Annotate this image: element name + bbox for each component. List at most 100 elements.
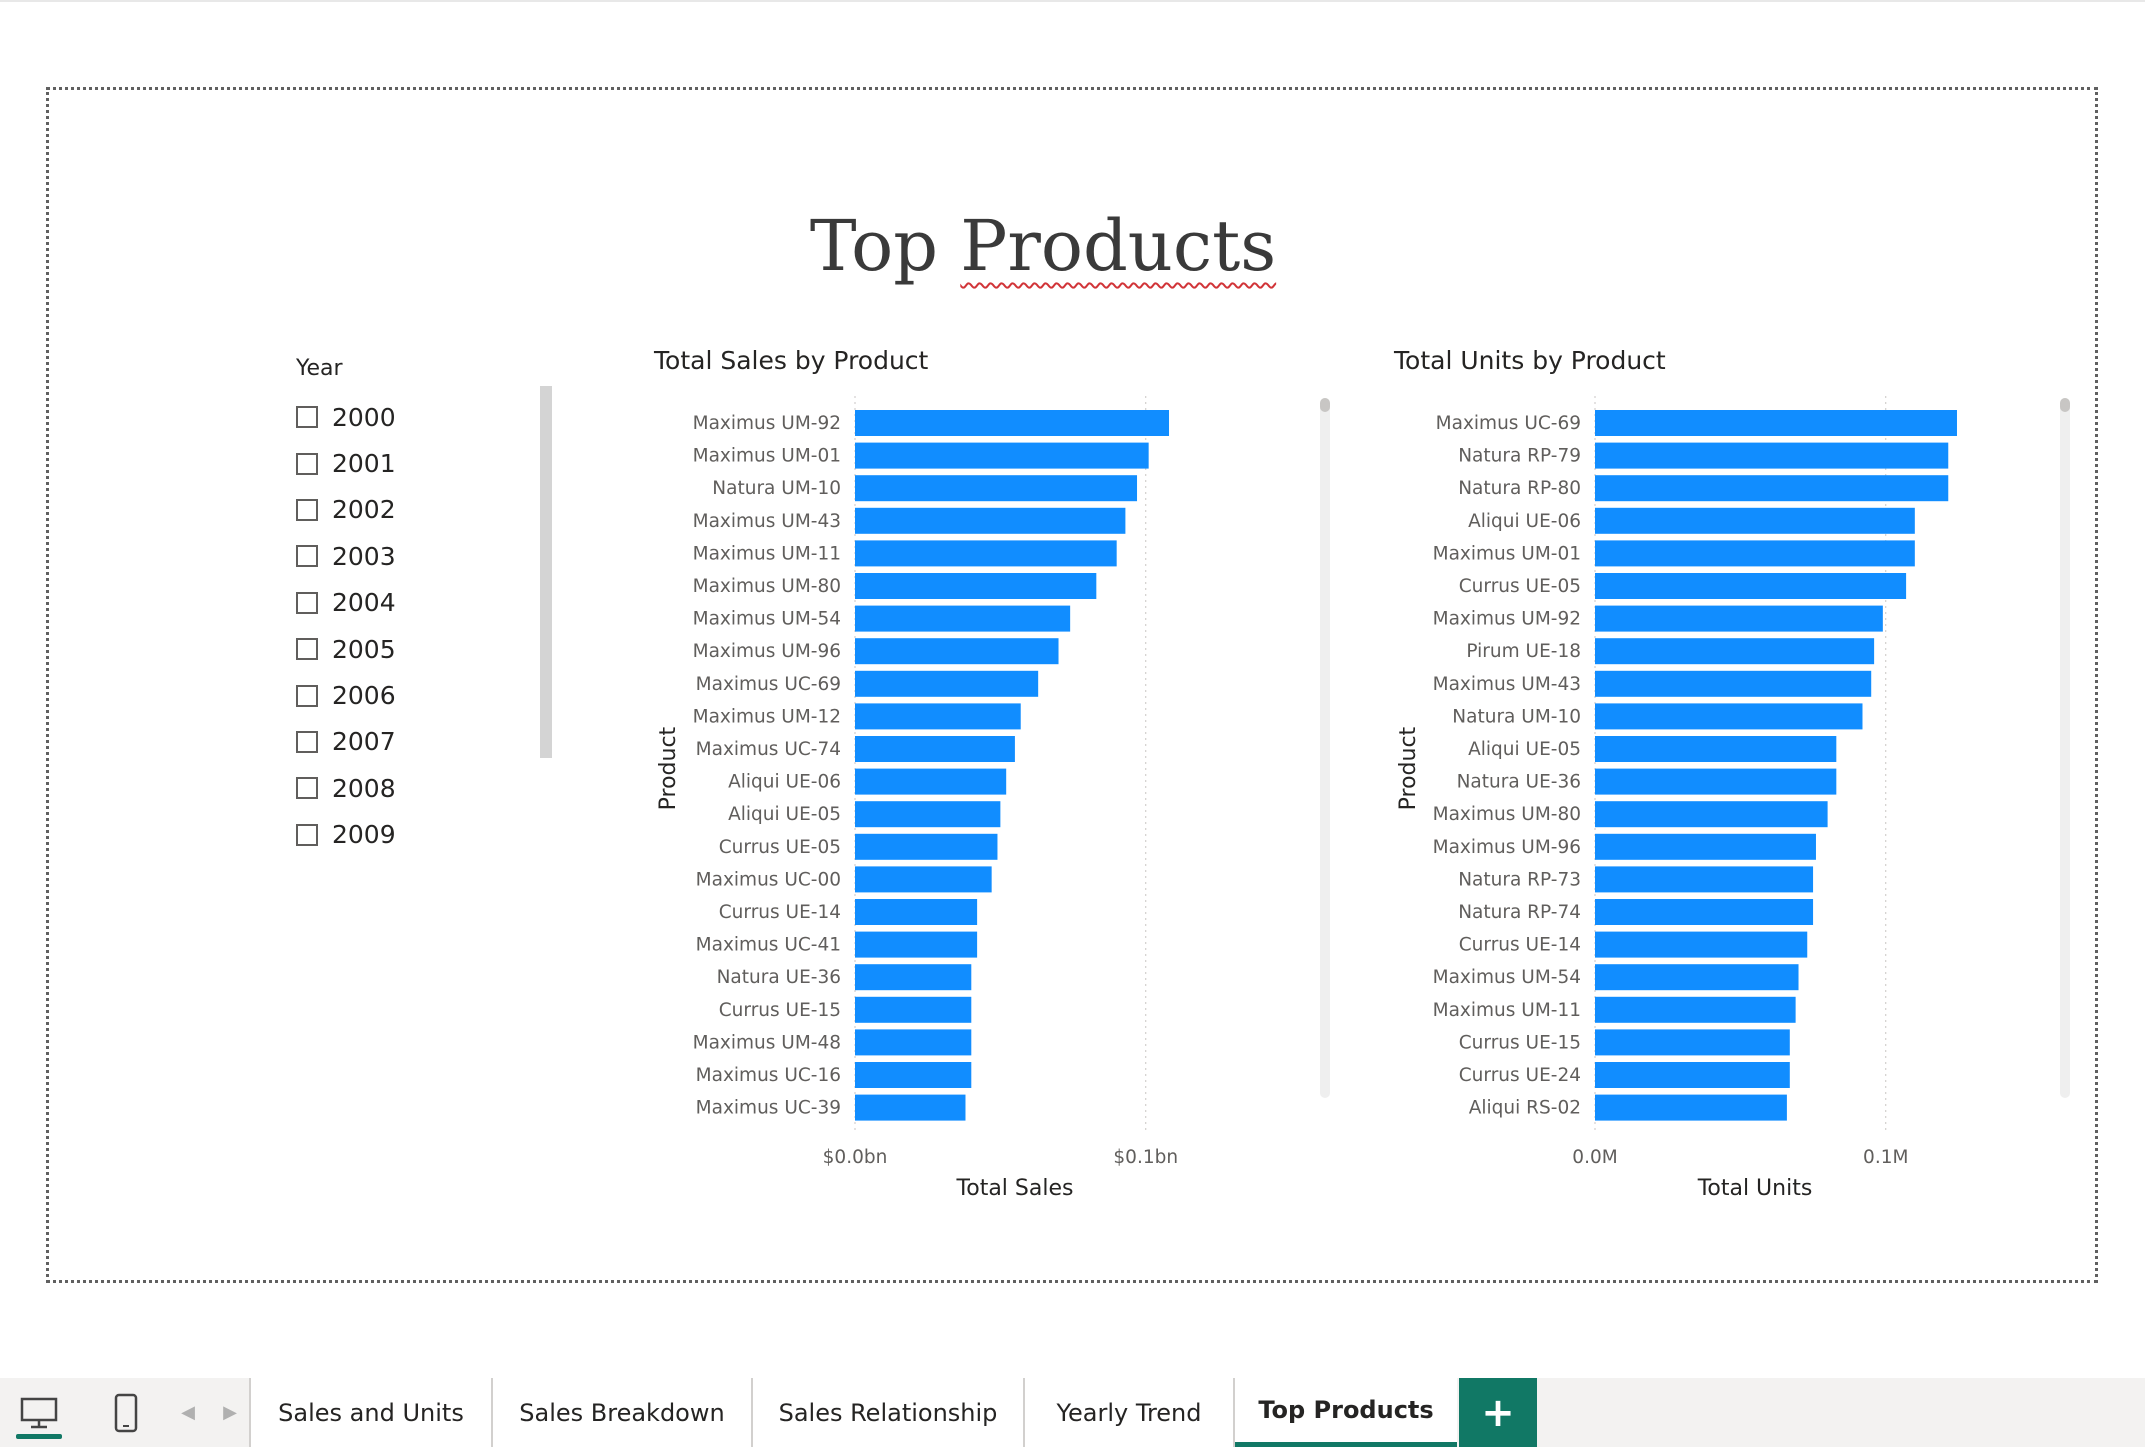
bar[interactable]: [855, 768, 1007, 795]
bar[interactable]: [855, 866, 992, 893]
bar[interactable]: [1595, 507, 1915, 534]
bar[interactable]: [855, 996, 972, 1023]
bar[interactable]: [855, 833, 998, 860]
bar[interactable]: [855, 801, 1001, 828]
category-label: Maximus UC-00: [696, 869, 841, 890]
category-label: Natura UE-36: [717, 967, 841, 988]
chart-scrollbar[interactable]: [1320, 398, 1330, 1098]
bar[interactable]: [1595, 931, 1808, 958]
bar[interactable]: [1595, 442, 1949, 469]
bar[interactable]: [855, 964, 972, 991]
category-label: Natura UE-36: [1457, 772, 1581, 793]
phone-layout-button[interactable]: [90, 1378, 162, 1447]
bar[interactable]: [1595, 475, 1949, 502]
tab-label: Sales and Units: [278, 1398, 464, 1427]
desktop-layout-button[interactable]: [0, 1378, 78, 1447]
bar[interactable]: [1595, 899, 1814, 925]
bar[interactable]: [1595, 768, 1837, 795]
checkbox-icon[interactable]: [296, 777, 318, 800]
bar[interactable]: [855, 605, 1071, 632]
chevron-right-icon[interactable]: ▶: [218, 1378, 242, 1447]
tab-top-products[interactable]: Top Products: [1235, 1378, 1457, 1447]
bar[interactable]: [855, 638, 1059, 665]
bar[interactable]: [855, 1029, 972, 1056]
checkbox-icon[interactable]: [296, 638, 318, 661]
category-label: Maximus UM-01: [1433, 543, 1581, 564]
units-by-product-chart[interactable]: Total Units by Product 0.0M 0.1M Maximus U…: [1380, 340, 2080, 1220]
bar[interactable]: [1595, 410, 1957, 436]
x-axis-title: Total Sales: [956, 1176, 1074, 1201]
bar[interactable]: [1595, 605, 1883, 632]
bar[interactable]: [1595, 1094, 1787, 1121]
x-tick-label: $0.1bn: [1113, 1147, 1178, 1168]
slicer-item-2006[interactable]: 2006: [296, 672, 536, 718]
category-label: Maximus UM-80: [693, 576, 841, 597]
bar[interactable]: [855, 442, 1149, 469]
bar[interactable]: [1595, 1062, 1790, 1088]
checkbox-icon[interactable]: [296, 498, 318, 521]
y-axis-title: Product: [1396, 726, 1421, 810]
bar[interactable]: [855, 1094, 966, 1121]
tab-sales-relationship[interactable]: Sales Relationship: [753, 1378, 1023, 1447]
bar[interactable]: [1595, 540, 1915, 567]
slicer-item-2004[interactable]: 2004: [296, 580, 536, 626]
slicer-item-2003[interactable]: 2003: [296, 533, 536, 579]
slicer-item-2010[interactable]: 2010: [296, 858, 536, 866]
bar[interactable]: [855, 540, 1117, 567]
category-label: Maximus UM-43: [1433, 674, 1581, 695]
add-page-button[interactable]: +: [1459, 1378, 1537, 1447]
bar[interactable]: [855, 736, 1015, 762]
tab-sales-and-units[interactable]: Sales and Units: [251, 1378, 491, 1447]
checkbox-icon[interactable]: [296, 591, 318, 614]
bar[interactable]: [1595, 866, 1814, 893]
bar[interactable]: [1595, 573, 1907, 599]
bar[interactable]: [855, 507, 1126, 534]
slicer-item-label: 2007: [332, 727, 396, 757]
bar[interactable]: [1595, 638, 1875, 665]
x-tick-label: $0.0bn: [823, 1147, 888, 1168]
checkbox-icon[interactable]: [296, 406, 318, 429]
slicer-item-2005[interactable]: 2005: [296, 626, 536, 672]
bar[interactable]: [855, 573, 1097, 599]
year-slicer: Year 2000 2001 2002 2003 2004 2005 2006 2007 200…: [290, 352, 556, 912]
bar[interactable]: [855, 931, 978, 958]
tab-label: Sales Relationship: [778, 1398, 998, 1427]
slicer-item-2002[interactable]: 2002: [296, 487, 536, 533]
chevron-left-icon[interactable]: ◀: [176, 1378, 200, 1447]
category-label: Currus UE-05: [719, 837, 841, 858]
bar[interactable]: [855, 703, 1021, 730]
slicer-item-2001[interactable]: 2001: [296, 440, 536, 486]
category-label: Maximus UC-41: [696, 935, 841, 956]
bar[interactable]: [855, 899, 978, 925]
bar[interactable]: [1595, 833, 1816, 860]
bar[interactable]: [855, 1062, 972, 1088]
bar[interactable]: [1595, 736, 1837, 762]
bar[interactable]: [1595, 964, 1799, 991]
bar[interactable]: [855, 670, 1039, 697]
bar[interactable]: [855, 475, 1138, 502]
tab-sales-breakdown[interactable]: Sales Breakdown: [493, 1378, 751, 1447]
checkbox-icon[interactable]: [296, 730, 318, 753]
slicer-scrollbar[interactable]: [540, 386, 552, 758]
category-label: Natura RP-74: [1458, 902, 1581, 923]
bar[interactable]: [855, 410, 1170, 436]
slicer-item-2007[interactable]: 2007: [296, 719, 536, 765]
x-tick-label: 0.0M: [1572, 1147, 1617, 1168]
bar[interactable]: [1595, 1029, 1790, 1056]
sales-by-product-chart[interactable]: Total Sales by Product $0.0bn $0.1bn Maxim…: [640, 340, 1340, 1220]
chart-scrollbar[interactable]: [2060, 398, 2070, 1098]
tab-yearly-trend[interactable]: Yearly Trend: [1025, 1378, 1233, 1447]
slicer-item-2009[interactable]: 2009: [296, 812, 536, 858]
slicer-item-2008[interactable]: 2008: [296, 765, 536, 811]
checkbox-icon[interactable]: [296, 452, 318, 475]
bar[interactable]: [1595, 801, 1828, 828]
category-label: Maximus UM-54: [1433, 967, 1581, 988]
slicer-item-2000[interactable]: 2000: [296, 394, 536, 440]
slicer-header: Year: [296, 356, 343, 381]
bar[interactable]: [1595, 670, 1872, 697]
bar[interactable]: [1595, 996, 1796, 1023]
checkbox-icon[interactable]: [296, 545, 318, 568]
bar[interactable]: [1595, 703, 1863, 730]
checkbox-icon[interactable]: [296, 684, 318, 707]
checkbox-icon[interactable]: [296, 823, 318, 846]
